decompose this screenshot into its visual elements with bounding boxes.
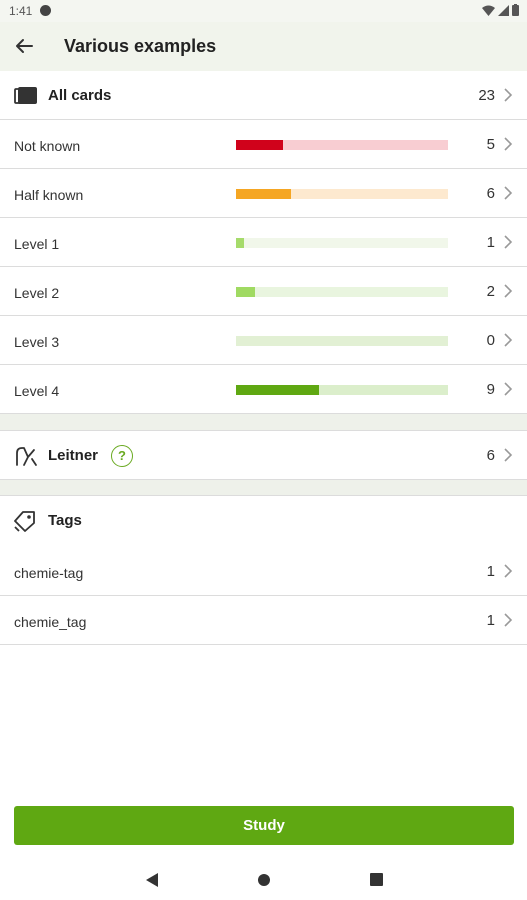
nav-home-icon[interactable]: [258, 874, 270, 886]
level-count: 2: [486, 283, 495, 300]
status-indicators: [482, 4, 519, 16]
level-label: Level 3: [14, 334, 60, 350]
chevron-right-icon: [504, 88, 513, 102]
all-cards-row[interactable]: All cards 23: [0, 71, 527, 120]
level-row-level-3[interactable]: Level 3 0: [0, 316, 527, 365]
level-label: Level 2: [14, 285, 60, 301]
progress-bar: [236, 140, 448, 150]
leitner-count: 6: [486, 447, 495, 464]
all-cards-count: 23: [478, 87, 495, 104]
app-notification-icon: [40, 5, 51, 16]
level-count: 5: [486, 136, 495, 153]
level-count: 6: [486, 185, 495, 202]
status-time: 1:41: [9, 4, 33, 18]
tag-label: chemie-tag: [14, 565, 84, 581]
chevron-right-icon: [504, 284, 513, 298]
level-row-half-known[interactable]: Half known 6: [0, 169, 527, 218]
chevron-right-icon: [504, 186, 513, 200]
progress-fill: [236, 385, 319, 395]
leitner-label: Leitner: [48, 447, 99, 464]
progress-fill: [236, 140, 283, 150]
level-count: 0: [486, 332, 495, 349]
page-title: Various examples: [64, 36, 217, 56]
signal-icon: [498, 4, 509, 16]
section-divider: [0, 480, 527, 496]
level-label: Level 4: [14, 383, 60, 399]
system-nav-bar: [0, 858, 527, 900]
chevron-right-icon: [504, 448, 513, 462]
progress-fill: [236, 287, 256, 297]
nav-recents-icon[interactable]: [370, 873, 383, 886]
tag-count: 1: [486, 612, 495, 629]
progress-fill: [236, 189, 292, 199]
chevron-right-icon: [504, 333, 513, 347]
section-divider: [0, 414, 527, 431]
level-row-not-known[interactable]: Not known 5: [0, 120, 527, 169]
back-button[interactable]: [10, 32, 38, 60]
tags-header: Tags: [0, 496, 527, 545]
tag-count: 1: [486, 563, 495, 580]
chevron-right-icon: [504, 235, 513, 249]
progress-bar: [236, 336, 448, 346]
level-row-level-1[interactable]: Level 1 1: [0, 218, 527, 267]
cards-stack-icon: [14, 87, 37, 104]
level-row-level-2[interactable]: Level 2 2: [0, 267, 527, 316]
all-cards-label: All cards: [48, 87, 112, 104]
progress-bar: [236, 238, 448, 248]
tag-row[interactable]: chemie-tag 1: [0, 547, 527, 596]
arrow-back-icon: [16, 39, 33, 53]
level-label: Level 1: [14, 236, 60, 252]
nav-back-icon[interactable]: [145, 872, 159, 888]
tags-label: Tags: [48, 512, 82, 529]
study-button[interactable]: Study: [14, 806, 514, 845]
level-count: 9: [486, 381, 495, 398]
leitner-box-icon: [16, 447, 37, 466]
chevron-right-icon: [504, 137, 513, 151]
progress-fill: [236, 238, 245, 248]
wifi-icon: [482, 5, 495, 16]
help-icon[interactable]: ?: [111, 445, 133, 467]
level-label: Not known: [14, 138, 81, 154]
tag-row[interactable]: chemie_tag 1: [0, 596, 527, 645]
chevron-right-icon: [504, 613, 513, 627]
tag-label: chemie_tag: [14, 614, 87, 630]
chevron-right-icon: [504, 564, 513, 578]
status-bar: 1:41: [0, 0, 527, 22]
tag-icon: [14, 511, 35, 532]
progress-bar: [236, 385, 448, 395]
leitner-row[interactable]: Leitner ? 6: [0, 431, 527, 480]
battery-icon: [512, 4, 519, 16]
progress-bar: [236, 287, 448, 297]
level-row-level-4[interactable]: Level 4 9: [0, 365, 527, 414]
app-bar: Various examples: [0, 22, 527, 71]
chevron-right-icon: [504, 382, 513, 396]
level-count: 1: [486, 234, 495, 251]
progress-bar: [236, 189, 448, 199]
level-label: Half known: [14, 187, 84, 203]
